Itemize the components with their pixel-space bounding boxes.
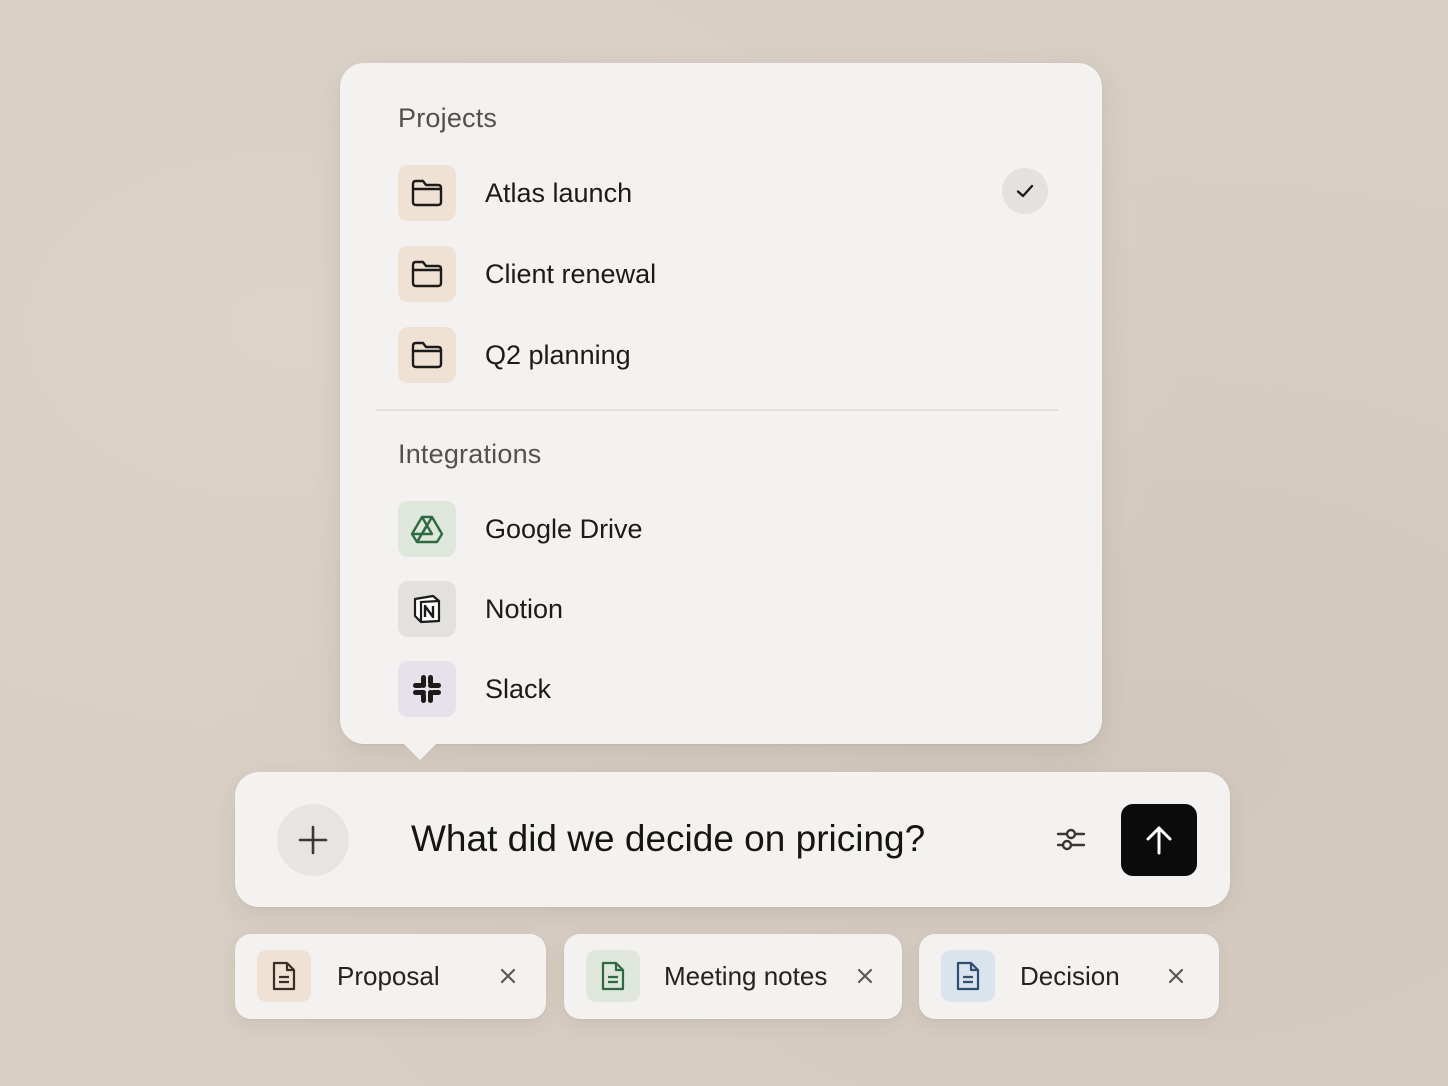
integration-label: Google Drive bbox=[485, 513, 643, 544]
arrow-up-icon bbox=[1146, 826, 1172, 855]
close-icon[interactable] bbox=[1162, 962, 1190, 990]
attachment-label: Decision bbox=[1020, 961, 1120, 991]
close-icon[interactable] bbox=[851, 962, 879, 990]
project-item-atlas-launch[interactable]: Atlas launch bbox=[398, 164, 1048, 222]
attachment-chip-decision[interactable]: Decision bbox=[919, 934, 1219, 1019]
add-button[interactable] bbox=[277, 804, 349, 876]
document-icon bbox=[586, 950, 640, 1002]
menu-divider bbox=[376, 409, 1058, 411]
project-item-client-renewal[interactable]: Client renewal bbox=[398, 245, 1048, 303]
close-icon[interactable] bbox=[494, 962, 522, 990]
integration-label: Notion bbox=[485, 593, 564, 624]
checkmark-icon bbox=[1002, 168, 1048, 214]
folder-icon bbox=[398, 327, 456, 383]
notion-icon bbox=[398, 581, 456, 637]
integration-item-google-drive[interactable]: Google Drive bbox=[398, 500, 1048, 558]
project-label: Client renewal bbox=[485, 258, 657, 289]
attachment-chip-proposal[interactable]: Proposal bbox=[235, 934, 546, 1019]
slack-icon bbox=[398, 661, 456, 717]
folder-icon bbox=[398, 246, 456, 302]
document-icon bbox=[941, 950, 995, 1002]
google-drive-icon bbox=[398, 501, 456, 557]
folder-icon bbox=[398, 165, 456, 221]
sliders-icon bbox=[1056, 828, 1086, 851]
integration-item-notion[interactable]: Notion bbox=[398, 580, 1048, 638]
attachment-label: Proposal bbox=[337, 961, 440, 991]
integrations-heading: Integrations bbox=[398, 439, 542, 469]
send-button[interactable] bbox=[1121, 804, 1197, 876]
document-icon bbox=[257, 950, 311, 1002]
source-picker-menu: Projects Atlas launch Client renewal Q2 … bbox=[340, 63, 1102, 760]
project-item-q2-planning[interactable]: Q2 planning bbox=[398, 326, 1048, 384]
attachment-label: Meeting notes bbox=[664, 961, 828, 991]
integration-item-slack[interactable]: Slack bbox=[398, 660, 1048, 718]
project-label: Atlas launch bbox=[485, 177, 633, 208]
attachment-chip-meeting-notes[interactable]: Meeting notes bbox=[564, 934, 902, 1019]
prompt-composer bbox=[235, 772, 1230, 907]
project-label: Q2 planning bbox=[485, 339, 631, 370]
prompt-input[interactable] bbox=[411, 810, 1011, 868]
projects-heading: Projects bbox=[398, 103, 498, 133]
plus-icon bbox=[298, 825, 328, 855]
integration-label: Slack bbox=[485, 673, 552, 704]
settings-button[interactable] bbox=[1051, 819, 1091, 859]
